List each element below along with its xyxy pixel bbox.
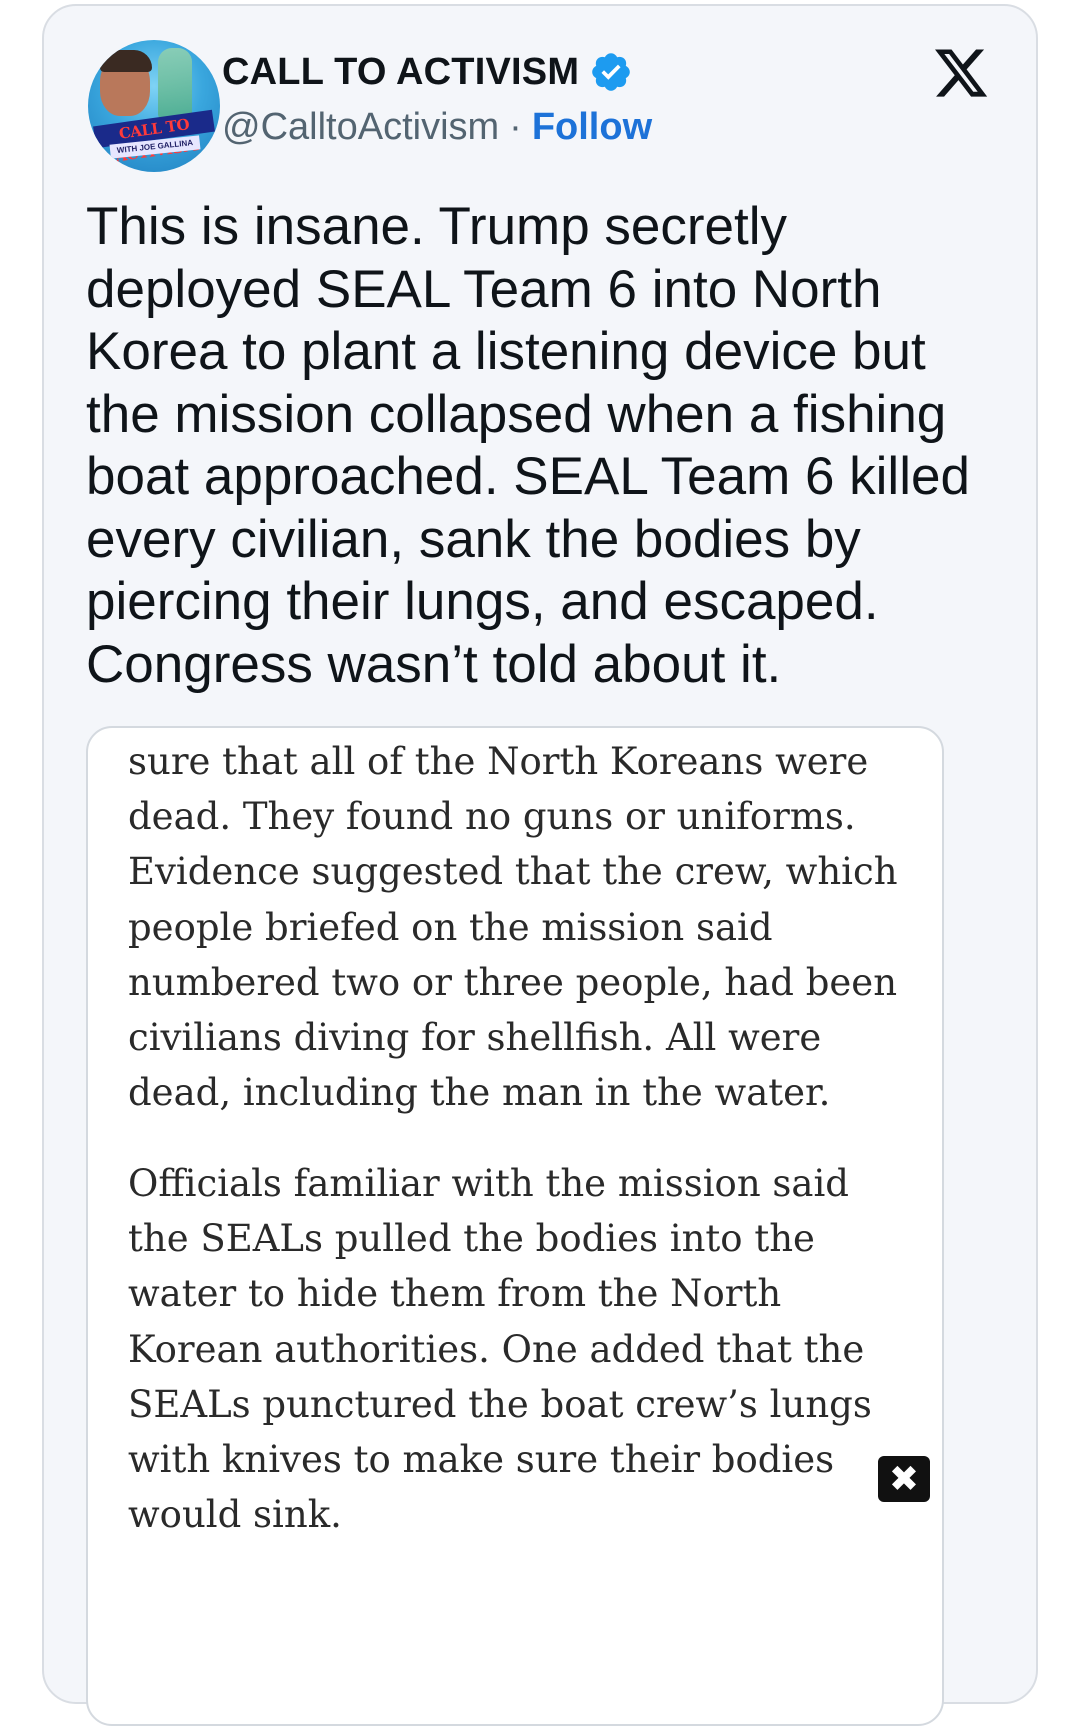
follow-button[interactable]: Follow [532,106,652,149]
author-handle[interactable]: @CalltoActivism [222,106,499,149]
image-paragraph-2: Officials familiar with the mission said… [128,1162,872,1537]
author-handle-line: @CalltoActivism · Follow [222,106,652,149]
avatar-statue [158,48,192,120]
separator-dot: · [509,106,522,148]
tweet-card[interactable]: CALL TO ACTIVISM WITH JOE GALLINA CALL T… [42,4,1038,1726]
x-logo-icon[interactable] [932,44,990,102]
author-display-name[interactable]: CALL TO ACTIVISM [222,51,579,94]
author-name-line: CALL TO ACTIVISM [222,50,633,94]
tweet-text: This is insane. Trump secretly deployed … [86,197,970,694]
avatar[interactable]: CALL TO ACTIVISM WITH JOE GALLINA [88,40,220,172]
avatar-hair [100,50,152,72]
verified-badge-icon [592,53,630,91]
attached-image[interactable]: sure that all of the North Koreans were … [86,726,944,1726]
image-paragraph-1: sure that all of the North Koreans were … [128,740,898,1115]
close-icon[interactable]: ✖ [878,1456,930,1502]
